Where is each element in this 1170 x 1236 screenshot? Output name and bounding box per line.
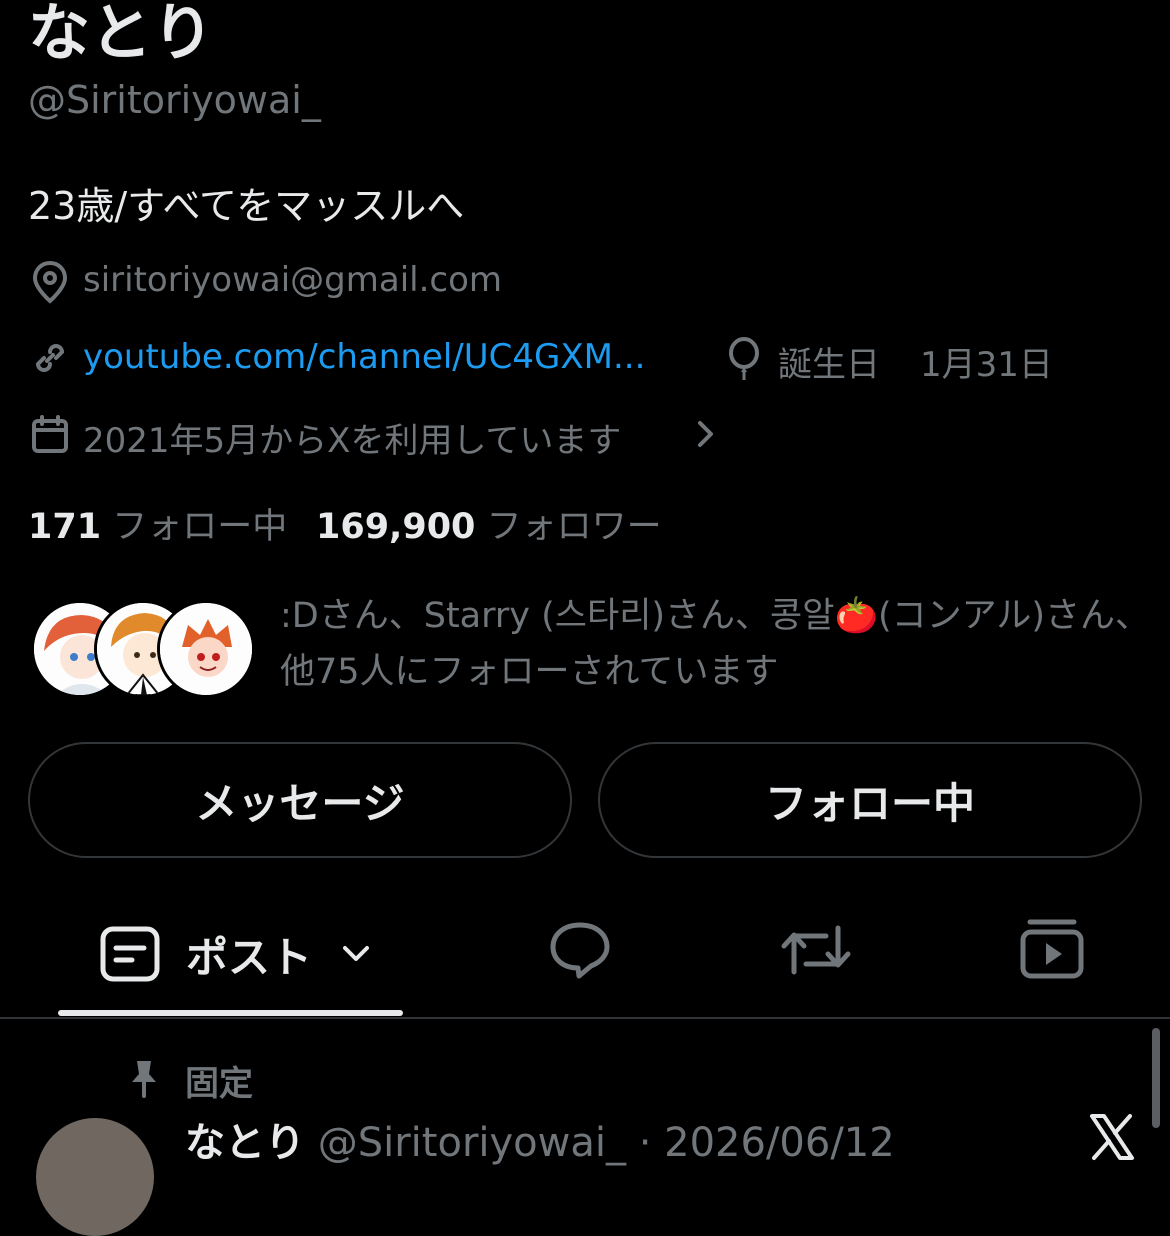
post-author-name[interactable]: なとり [185, 1120, 305, 1166]
following-stat[interactable]: 171 フォロー中 [28, 498, 287, 549]
chevron-down-icon[interactable] [340, 942, 372, 966]
message-button[interactable]: メッセージ [28, 742, 572, 858]
chevron-right-icon[interactable] [694, 418, 718, 450]
tab-posts-label: ポスト [186, 933, 313, 982]
post-date[interactable]: 2026/06/12 [664, 1120, 895, 1166]
followed-by-text[interactable]: :Dさん、Starry (스타리)さん、콩알🍅(コンアル)さん、他75人にフォロ… [280, 588, 1150, 700]
post-author-avatar[interactable] [36, 1118, 154, 1236]
x-logo-icon[interactable] [1088, 1114, 1136, 1162]
repost-icon[interactable] [780, 922, 852, 978]
birthday-value: 1月31日 [920, 345, 1053, 385]
post-author-handle[interactable]: @Siritoriyowai_ [318, 1120, 626, 1166]
avatar[interactable] [157, 600, 255, 698]
post-header: なとり @Siritoriyowai_ · 2026/06/12 [185, 1110, 895, 1168]
media-play-icon[interactable] [1020, 918, 1084, 980]
calendar-icon [32, 415, 68, 453]
reply-bubble-icon[interactable] [548, 920, 612, 980]
pin-icon [132, 1061, 156, 1098]
followers-stat[interactable]: 169,900 フォロワー [316, 498, 662, 549]
active-tab-indicator [58, 1010, 403, 1016]
following-label: フォロー中 [112, 507, 288, 547]
profile-bio: 23歳/すべてをマッスルへ [28, 184, 465, 228]
avatar-illustration [160, 603, 252, 695]
profile-handle: @Siritoriyowai_ [28, 78, 321, 122]
scrollbar[interactable] [1152, 1028, 1160, 1128]
pinned-label: 固定 [185, 1064, 253, 1104]
tabs-divider [0, 1017, 1170, 1019]
following-count: 171 [28, 507, 102, 547]
profile-website-link[interactable]: youtube.com/channel/UC4GXM... [83, 337, 645, 377]
location-pin-icon [32, 260, 68, 304]
birthday-label: 誕生日 [778, 345, 880, 385]
post-separator: · [638, 1120, 652, 1166]
balloon-icon [729, 337, 759, 380]
followers-label: フォロワー [486, 507, 662, 547]
following-button[interactable]: フォロー中 [598, 742, 1142, 858]
profile-joined[interactable]: 2021年5月からXを利用しています [83, 413, 621, 462]
followers-count: 169,900 [316, 507, 476, 547]
profile-name: なとり [28, 0, 215, 69]
link-icon [35, 343, 65, 373]
posts-tab-icon [100, 926, 160, 982]
profile-location: siritoriyowai@gmail.com [83, 260, 503, 300]
